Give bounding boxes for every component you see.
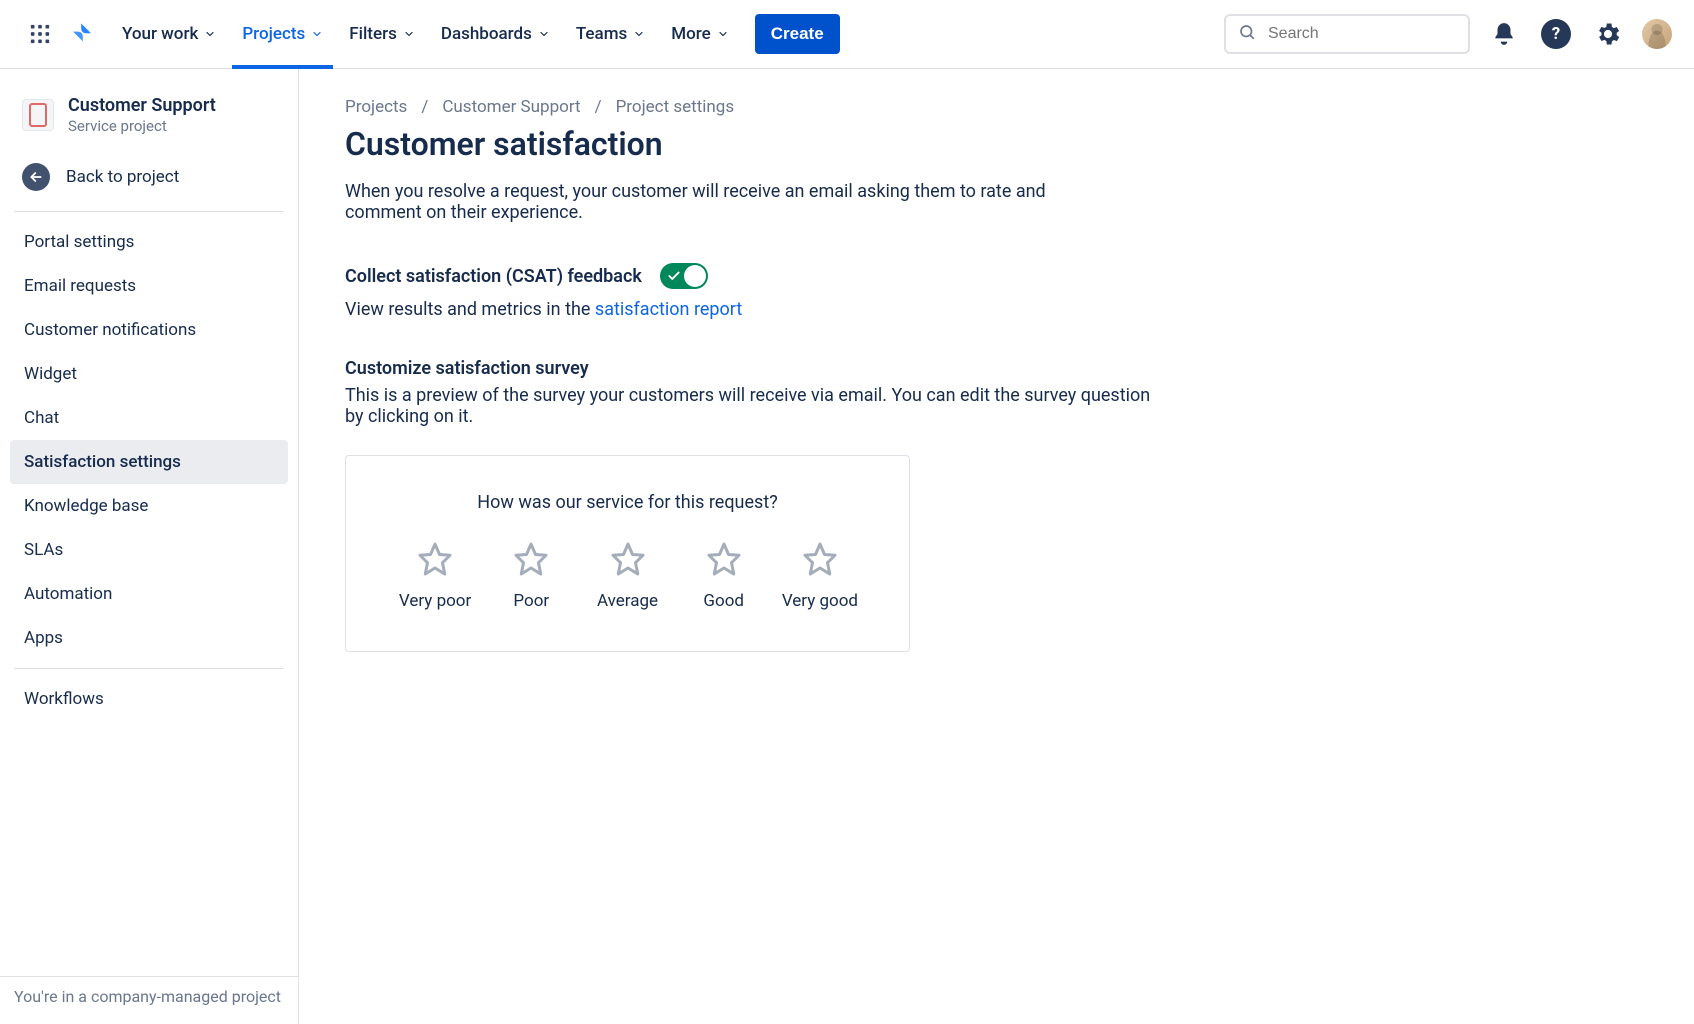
search-input[interactable] — [1266, 24, 1477, 44]
sidebar-item-chat[interactable]: Chat — [10, 396, 288, 440]
sidebar-item-workflows[interactable]: Workflows — [10, 677, 288, 721]
settings-icon[interactable] — [1590, 16, 1626, 52]
sidebar-footer: You're in a company-managed project — [0, 976, 298, 1024]
nav-item-projects[interactable]: Projects — [232, 16, 333, 52]
page-lead: When you resolve a request, your custome… — [345, 181, 1105, 223]
breadcrumb-item[interactable]: Customer Support — [442, 97, 580, 117]
sidebar-item-knowledge-base[interactable]: Knowledge base — [10, 484, 288, 528]
sidebar-item-customer-notifications[interactable]: Customer notifications — [10, 308, 288, 352]
back-label: Back to project — [66, 167, 179, 187]
project-header: Customer Support Service project — [10, 95, 288, 149]
sidebar-item-email-requests[interactable]: Email requests — [10, 264, 288, 308]
rating-option-good[interactable]: Good — [681, 541, 767, 611]
star-icon — [610, 541, 646, 577]
sidebar-item-slas[interactable]: SLAs — [10, 528, 288, 572]
breadcrumb-item[interactable]: Project settings — [616, 97, 735, 117]
rating-label: Very good — [782, 591, 858, 611]
breadcrumb-separator: / — [595, 97, 602, 117]
check-icon — [667, 268, 681, 288]
sidebar-item-widget[interactable]: Widget — [10, 352, 288, 396]
rating-label: Very poor — [399, 591, 471, 611]
chevron-down-icon — [311, 28, 323, 40]
rating-option-average[interactable]: Average — [584, 541, 670, 611]
app-switcher-icon[interactable] — [22, 16, 58, 52]
chevron-down-icon — [403, 28, 415, 40]
help-icon[interactable]: ? — [1538, 16, 1574, 52]
rating-option-very-good[interactable]: Very good — [777, 541, 863, 611]
breadcrumb-separator: / — [421, 97, 428, 117]
create-button[interactable]: Create — [755, 14, 840, 54]
sidebar-item-automation[interactable]: Automation — [10, 572, 288, 616]
customize-label: Customize satisfaction survey — [345, 358, 1648, 379]
rating-option-very-poor[interactable]: Very poor — [392, 541, 478, 611]
rating-label: Good — [703, 591, 744, 611]
nav-item-label: Teams — [576, 24, 627, 44]
nav-item-teams[interactable]: Teams — [566, 16, 655, 52]
project-type: Service project — [68, 117, 216, 135]
collect-feedback-toggle[interactable] — [660, 263, 708, 289]
back-to-project-button[interactable]: Back to project — [10, 149, 288, 205]
nav-item-dashboards[interactable]: Dashboards — [431, 16, 560, 52]
customize-desc: This is a preview of the survey your cus… — [345, 385, 1165, 427]
notifications-icon[interactable] — [1486, 16, 1522, 52]
search-icon — [1238, 23, 1256, 46]
project-icon — [22, 99, 54, 131]
chevron-down-icon — [204, 28, 216, 40]
nav-items: Your work Projects Filters Dashboards Teams M… — [112, 16, 739, 52]
nav-item-label: Dashboards — [441, 24, 532, 44]
page-title: Customer satisfaction — [345, 125, 1648, 163]
breadcrumb-item[interactable]: Projects — [345, 97, 407, 117]
survey-question[interactable]: How was our service for this request? — [392, 492, 863, 513]
survey-preview: How was our service for this request? Ve… — [345, 455, 910, 652]
project-name: Customer Support — [68, 95, 216, 117]
nav-item-label: More — [671, 24, 710, 44]
nav-item-your-work[interactable]: Your work — [112, 16, 226, 52]
sidebar: Customer Support Service project Back to… — [0, 69, 299, 1024]
nav-item-label: Filters — [349, 24, 397, 44]
search-box[interactable] — [1224, 14, 1470, 54]
jira-logo-icon[interactable] — [64, 16, 100, 52]
divider — [14, 211, 284, 212]
sidebar-item-portal-settings[interactable]: Portal settings — [10, 220, 288, 264]
rating-label: Average — [597, 591, 658, 611]
chevron-down-icon — [538, 28, 550, 40]
results-prefix: View results and metrics in the — [345, 299, 595, 320]
nav-item-more[interactable]: More — [661, 16, 738, 52]
sidebar-item-apps[interactable]: Apps — [10, 616, 288, 660]
back-arrow-icon — [22, 163, 50, 191]
nav-item-filters[interactable]: Filters — [339, 16, 425, 52]
breadcrumb: Projects / Customer Support / Project settin… — [345, 97, 1648, 117]
star-icon — [802, 541, 838, 577]
star-icon — [417, 541, 453, 577]
nav-item-label: Your work — [122, 24, 198, 44]
chevron-down-icon — [717, 28, 729, 40]
main-content: Projects / Customer Support / Project settin… — [299, 69, 1694, 1024]
sidebar-item-satisfaction-settings[interactable]: Satisfaction settings — [10, 440, 288, 484]
star-icon — [706, 541, 742, 577]
rating-option-poor[interactable]: Poor — [488, 541, 574, 611]
star-icon — [513, 541, 549, 577]
collect-feedback-label: Collect satisfaction (CSAT) feedback — [345, 266, 642, 287]
chevron-down-icon — [633, 28, 645, 40]
top-nav: Your work Projects Filters Dashboards Teams M… — [0, 0, 1694, 69]
nav-item-label: Projects — [242, 24, 305, 44]
rating-label: Poor — [513, 591, 549, 611]
user-avatar[interactable] — [1642, 19, 1672, 49]
satisfaction-report-link[interactable]: satisfaction report — [595, 299, 742, 320]
divider — [14, 668, 284, 669]
